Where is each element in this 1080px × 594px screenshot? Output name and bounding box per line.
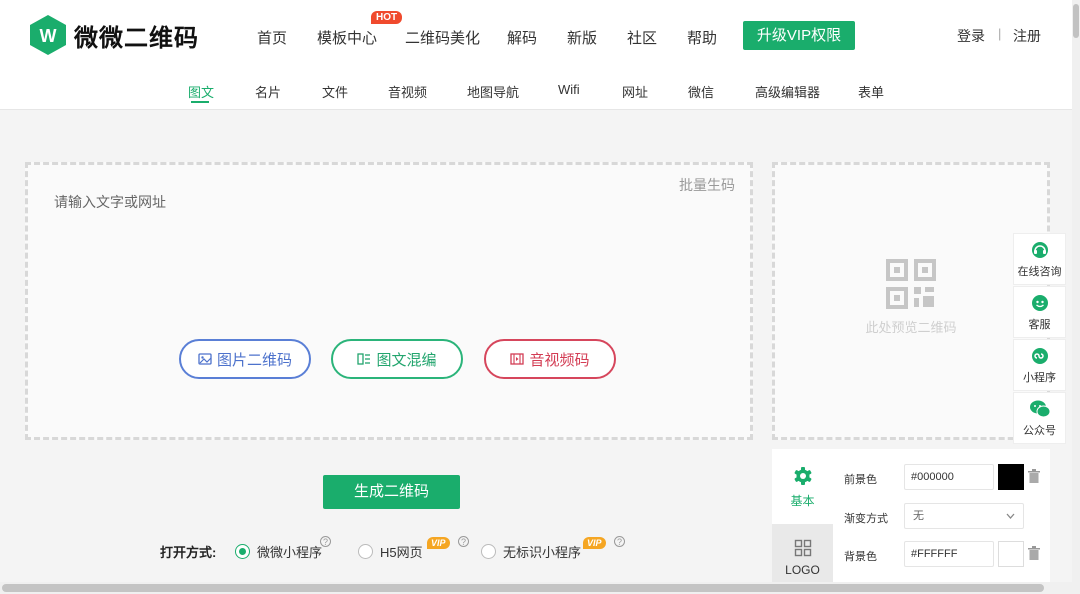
register-link[interactable]: 注册 xyxy=(1013,26,1041,46)
nav-templates[interactable]: 模板中心 xyxy=(317,27,377,48)
headset-icon xyxy=(1031,241,1048,258)
gradient-mode-label: 渐变方式 xyxy=(844,513,888,525)
open-mode-unbranded-mini-program-radio[interactable]: 无标识小程序 xyxy=(481,542,581,561)
wechat-icon xyxy=(1029,400,1050,417)
vip-tag: VIP xyxy=(427,537,450,549)
trash-icon[interactable] xyxy=(1028,469,1040,483)
radio-checked-indicator xyxy=(235,544,250,559)
open-mode-option-label: 无标识小程序 xyxy=(503,545,582,560)
support-agent-icon xyxy=(1031,294,1048,311)
mixed-content-button[interactable]: 图文混编 xyxy=(331,339,463,379)
image-qrcode-button[interactable]: 图片二维码 xyxy=(179,339,311,379)
official-account-label: 公众号 xyxy=(1023,424,1056,437)
gradient-mode-value: 无 xyxy=(913,510,924,522)
grid-icon xyxy=(794,539,811,557)
image-icon xyxy=(198,353,212,365)
tab-business-card[interactable]: 名片 xyxy=(255,82,281,101)
hot-badge: HOT xyxy=(371,11,403,24)
tab-image-text[interactable]: 图文 xyxy=(188,82,214,101)
chevron-down-icon xyxy=(1006,513,1015,519)
tab-url[interactable]: 网址 xyxy=(622,82,648,101)
background-color-input[interactable]: #FFFFFF xyxy=(904,541,994,567)
auth-separator: | xyxy=(998,26,1002,41)
open-mode-option-label: 微微小程序 xyxy=(257,545,323,560)
open-mode-label: 打开方式: xyxy=(160,545,217,560)
generate-qrcode-button[interactable]: 生成二维码 xyxy=(323,475,460,509)
vertical-scroll-thumb[interactable] xyxy=(1073,4,1079,38)
nav-home[interactable]: 首页 xyxy=(257,27,287,48)
vip-tag: VIP xyxy=(583,537,606,549)
gear-icon xyxy=(794,466,811,485)
qrcode-placeholder-icon xyxy=(886,259,936,309)
nav-decode[interactable]: 解码 xyxy=(507,27,537,48)
radio-unchecked-indicator xyxy=(358,544,373,559)
mixed-content-label: 图文混编 xyxy=(376,351,437,369)
horizontal-scroll-thumb[interactable] xyxy=(2,584,1044,592)
official-account-button[interactable]: 公众号 xyxy=(1013,392,1066,444)
gradient-mode-select[interactable]: 无 xyxy=(904,503,1024,529)
help-question-icon[interactable]: ? xyxy=(614,536,625,547)
open-mode-h5-radio[interactable]: H5网页 xyxy=(358,542,423,561)
brand-name: 微微二维码 xyxy=(74,24,199,52)
nav-community[interactable]: 社区 xyxy=(627,27,657,48)
login-link[interactable]: 登录 xyxy=(957,26,985,46)
background-color-label: 背景色 xyxy=(844,551,877,563)
open-mode-option-label: H5网页 xyxy=(380,545,423,560)
mini-program-label: 小程序 xyxy=(1023,371,1056,384)
background-color-swatch[interactable] xyxy=(998,541,1024,567)
brand-logo[interactable]: W 微微二维码 xyxy=(28,14,199,56)
mixed-layout-icon xyxy=(357,353,371,365)
tab-map-navigation[interactable]: 地图导航 xyxy=(467,82,519,101)
customer-service-button[interactable]: 客服 xyxy=(1013,286,1066,338)
logo-hexagon-icon: W xyxy=(28,14,68,56)
nav-new-version[interactable]: 新版 xyxy=(567,27,597,48)
help-question-icon[interactable]: ? xyxy=(458,536,469,547)
content-input-placeholder: 请输入文字或网址 xyxy=(54,194,166,210)
tab-advanced-editor[interactable]: 高级编辑器 xyxy=(755,82,820,101)
settings-tab-logo-label: LOGO xyxy=(785,563,820,577)
image-qrcode-label: 图片二维码 xyxy=(216,351,292,369)
tab-form[interactable]: 表单 xyxy=(858,82,884,101)
film-icon xyxy=(510,353,525,365)
online-consult-button[interactable]: 在线咨询 xyxy=(1013,233,1066,285)
mini-program-icon xyxy=(1031,347,1048,364)
settings-tab-basic-label: 基本 xyxy=(790,493,815,508)
foreground-color-label: 前景色 xyxy=(844,474,877,486)
active-tab-underline xyxy=(191,101,209,103)
trash-icon[interactable] xyxy=(1028,546,1040,560)
floating-service-bar: 在线咨询 客服 小程序 公众号 xyxy=(1013,233,1066,445)
upgrade-vip-button[interactable]: 升级VIP权限 xyxy=(743,21,855,50)
customer-service-label: 客服 xyxy=(1028,318,1051,331)
qrcode-preview-area: 此处预览二维码 xyxy=(772,162,1050,440)
help-question-icon[interactable]: ? xyxy=(320,536,331,547)
batch-generate-link[interactable]: 批量生码 xyxy=(679,175,735,195)
content-input-area[interactable]: 请输入文字或网址 批量生码 图片二维码 图文混编 音视频码 xyxy=(25,162,753,440)
preview-hint: 此处预览二维码 xyxy=(865,320,957,335)
foreground-color-swatch[interactable] xyxy=(998,464,1024,490)
tab-audio-video[interactable]: 音视频 xyxy=(388,82,427,101)
online-consult-label: 在线咨询 xyxy=(1017,265,1062,278)
open-mode-mini-program-radio[interactable]: 微微小程序 xyxy=(235,542,322,561)
horizontal-scrollbar[interactable] xyxy=(0,582,1072,594)
audio-video-code-button[interactable]: 音视频码 xyxy=(484,339,616,379)
tab-wechat[interactable]: 微信 xyxy=(688,82,714,101)
audio-video-code-label: 音视频码 xyxy=(529,351,590,369)
nav-beautify[interactable]: 二维码美化 xyxy=(405,27,480,48)
nav-help[interactable]: 帮助 xyxy=(687,27,717,48)
settings-tab-basic[interactable]: 基本 xyxy=(772,453,833,521)
type-tabs: 图文 名片 文件 音视频 地图导航 Wifi 网址 微信 高级编辑器 表单 xyxy=(0,70,1072,110)
vertical-scrollbar[interactable] xyxy=(1072,0,1080,594)
tab-wifi[interactable]: Wifi xyxy=(558,82,580,97)
tab-file[interactable]: 文件 xyxy=(322,82,348,101)
radio-unchecked-indicator xyxy=(481,544,496,559)
mini-program-button[interactable]: 小程序 xyxy=(1013,339,1066,391)
foreground-color-input[interactable]: #000000 xyxy=(904,464,994,490)
svg-text:W: W xyxy=(40,26,57,46)
top-header: W 微微二维码 首页 模板中心 HOT 二维码美化 解码 新版 社区 帮助 升级… xyxy=(0,0,1072,70)
